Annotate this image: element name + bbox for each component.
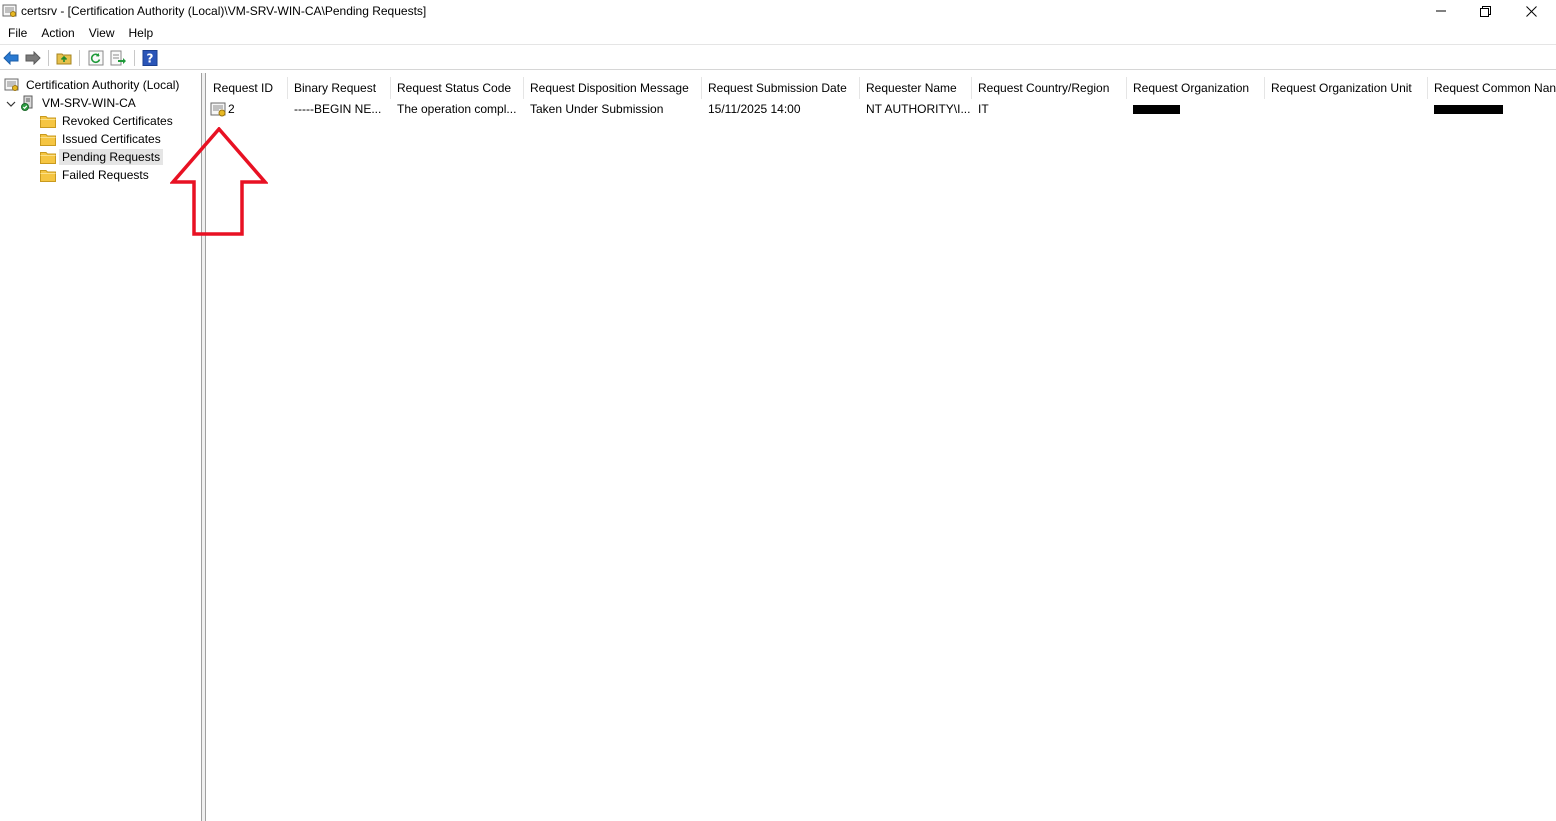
restore-button[interactable] bbox=[1462, 0, 1508, 22]
cell-organization-unit bbox=[1265, 100, 1428, 118]
forward-button[interactable] bbox=[24, 49, 42, 67]
redaction-bar bbox=[1434, 105, 1503, 115]
cell-binary-request: -----BEGIN NE... bbox=[294, 102, 382, 116]
tree-item-label: Revoked Certificates bbox=[62, 114, 173, 128]
tree-root-certification-authority[interactable]: Certification Authority (Local) bbox=[4, 76, 182, 94]
annotation-arrow-up-icon bbox=[170, 127, 268, 236]
folder-icon bbox=[40, 169, 56, 182]
close-icon bbox=[1525, 5, 1537, 17]
table-row[interactable]: 2 -----BEGIN NE... The operation compl..… bbox=[207, 100, 1556, 118]
folder-icon bbox=[40, 151, 56, 164]
toolbar-separator bbox=[48, 50, 49, 66]
tree-item-failed-requests[interactable]: Failed Requests bbox=[40, 166, 152, 184]
refresh-button[interactable] bbox=[87, 49, 105, 67]
tree-item-issued-certificates[interactable]: Issued Certificates bbox=[40, 130, 164, 148]
column-header-status-code[interactable]: Request Status Code bbox=[391, 77, 524, 99]
tree-item-ca-server[interactable]: VM-SRV-WIN-CA bbox=[20, 94, 139, 112]
minimize-button[interactable] bbox=[1418, 0, 1464, 22]
column-header-common-name[interactable]: Request Common Nan bbox=[1428, 77, 1556, 99]
help-button[interactable]: ? bbox=[141, 49, 159, 67]
forward-icon bbox=[25, 51, 41, 65]
column-header-requester-name[interactable]: Requester Name bbox=[860, 77, 972, 99]
toolbar-separator bbox=[134, 50, 135, 66]
menu-file[interactable]: File bbox=[0, 23, 34, 43]
export-list-icon bbox=[110, 50, 126, 66]
cell-country-region: IT bbox=[978, 102, 989, 116]
column-header-organization[interactable]: Request Organization bbox=[1127, 77, 1265, 99]
folder-icon bbox=[40, 133, 56, 146]
tree-ca-label: VM-SRV-WIN-CA bbox=[42, 96, 136, 110]
chevron-down-icon[interactable] bbox=[6, 99, 16, 109]
toolbar: ? bbox=[0, 44, 1556, 70]
certsrv-app-icon bbox=[2, 4, 17, 17]
minimize-icon bbox=[1436, 10, 1446, 12]
cell-disposition-message: Taken Under Submission bbox=[530, 102, 664, 116]
tree-item-label: Failed Requests bbox=[62, 168, 149, 182]
column-header-binary-request[interactable]: Binary Request bbox=[288, 77, 391, 99]
request-id-value: 2 bbox=[228, 102, 235, 116]
cell-request-id: 2 bbox=[207, 100, 288, 118]
up-one-level-button[interactable] bbox=[55, 49, 73, 67]
window-title: certsrv - [Certification Authority (Loca… bbox=[21, 4, 427, 18]
tree-item-pending-requests[interactable]: Pending Requests bbox=[40, 148, 164, 166]
close-button[interactable] bbox=[1508, 0, 1554, 22]
column-header-organization-unit[interactable]: Request Organization Unit bbox=[1265, 77, 1428, 99]
svg-text:?: ? bbox=[147, 52, 154, 66]
column-header-request-id[interactable]: Request ID bbox=[207, 77, 288, 99]
back-button[interactable] bbox=[2, 49, 20, 67]
export-list-button[interactable] bbox=[109, 49, 127, 67]
back-icon bbox=[3, 51, 19, 65]
cell-organization bbox=[1127, 100, 1265, 118]
column-header-country-region[interactable]: Request Country/Region bbox=[972, 77, 1127, 99]
menu-action[interactable]: Action bbox=[34, 23, 81, 43]
redaction-bar bbox=[1133, 105, 1180, 115]
menu-bar: File Action View Help bbox=[0, 23, 1556, 43]
ca-server-icon bbox=[21, 95, 33, 111]
tree-item-label: Issued Certificates bbox=[62, 132, 161, 146]
toolbar-separator bbox=[79, 50, 80, 66]
cell-status-code: The operation compl... bbox=[397, 102, 517, 116]
certification-authority-icon bbox=[4, 78, 19, 91]
tree-root-label: Certification Authority (Local) bbox=[26, 78, 180, 92]
column-header-submission-date[interactable]: Request Submission Date bbox=[702, 77, 860, 99]
title-bar: certsrv - [Certification Authority (Loca… bbox=[0, 0, 1556, 22]
cell-common-name bbox=[1428, 100, 1556, 118]
folder-icon bbox=[40, 115, 56, 128]
up-folder-icon bbox=[56, 53, 72, 65]
column-header-disposition-message[interactable]: Request Disposition Message bbox=[524, 77, 702, 99]
tree-item-label: Pending Requests bbox=[59, 149, 164, 165]
cell-submission-date: 15/11/2025 14:00 bbox=[708, 102, 801, 116]
tree-item-revoked-certificates[interactable]: Revoked Certificates bbox=[40, 112, 176, 130]
pending-request-icon bbox=[210, 102, 226, 116]
help-icon: ? bbox=[142, 50, 158, 66]
cell-requester-name: NT AUTHORITY\I... bbox=[866, 102, 971, 116]
menu-help[interactable]: Help bbox=[122, 23, 161, 43]
list-header: Request ID Binary Request Request Status… bbox=[207, 77, 1556, 99]
menu-view[interactable]: View bbox=[82, 23, 122, 43]
refresh-icon bbox=[88, 50, 104, 66]
restore-icon bbox=[1479, 5, 1491, 17]
results-list: Request ID Binary Request Request Status… bbox=[207, 73, 1556, 821]
